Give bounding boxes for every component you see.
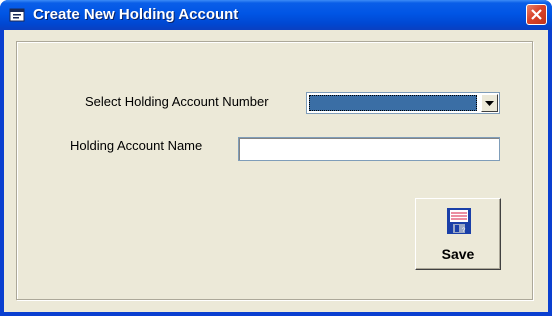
window-title: Create New Holding Account	[33, 6, 239, 23]
app-icon	[9, 8, 25, 22]
save-button-label: Save	[441, 246, 475, 262]
dialog-window: Create New Holding Account Select Holdin…	[0, 0, 552, 316]
dropdown-arrow-button[interactable]	[481, 94, 498, 112]
account-number-label: Select Holding Account Number	[85, 94, 269, 109]
account-name-input[interactable]	[238, 137, 500, 161]
account-number-selected-value[interactable]	[309, 95, 477, 111]
close-icon	[531, 9, 542, 20]
dialog-body: Select Holding Account Number Holding Ac…	[4, 30, 548, 312]
close-button[interactable]	[526, 4, 547, 25]
floppy-disk-icon: ?	[447, 208, 471, 239]
title-bar[interactable]: Create New Holding Account	[0, 0, 552, 30]
account-number-dropdown[interactable]	[306, 92, 500, 114]
account-name-label: Holding Account Name	[70, 138, 203, 153]
chevron-down-icon	[485, 101, 494, 106]
save-button[interactable]: ? Save	[415, 198, 501, 270]
